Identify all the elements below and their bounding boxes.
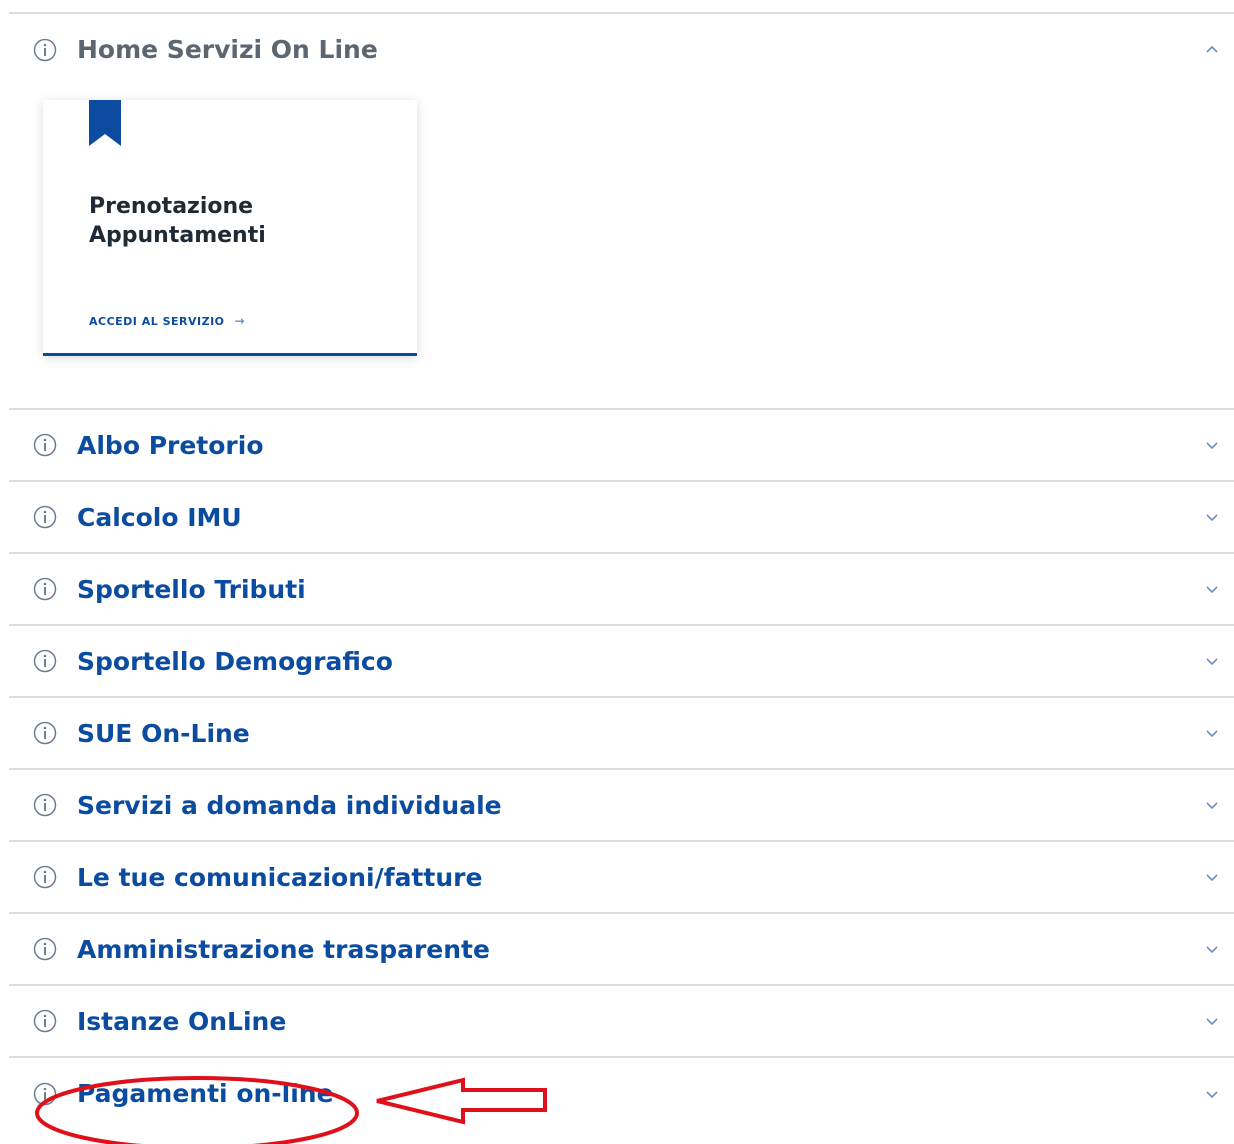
accordion-header-item[interactable]: Amministrazione trasparente [9, 914, 1234, 986]
info-icon [33, 1009, 57, 1033]
accordion-header-item[interactable]: Albo Pretorio [9, 410, 1234, 482]
info-icon [33, 793, 57, 817]
info-icon [33, 937, 57, 961]
chevron-down-icon[interactable] [1204, 869, 1220, 885]
accordion-header-item[interactable]: Sportello Demografico [9, 626, 1234, 698]
accordion-title: Pagamenti on-line [77, 1079, 334, 1108]
chevron-down-icon[interactable] [1204, 653, 1220, 669]
info-icon [33, 1082, 57, 1106]
accordion-header-item[interactable]: Pagamenti on-line [9, 1058, 1234, 1130]
service-card-title: Prenotazione Appuntamenti [89, 194, 266, 248]
accordion-title: Calcolo IMU [77, 503, 242, 532]
info-icon [33, 433, 57, 457]
accordion-title: Amministrazione trasparente [77, 935, 490, 964]
accordion-title: Sportello Demografico [77, 647, 393, 676]
accordion-header-item[interactable]: Istanze OnLine [9, 986, 1234, 1058]
chevron-up-icon[interactable] [1204, 42, 1220, 58]
accordion-header-item[interactable]: Sportello Tributi [9, 554, 1234, 626]
info-icon [33, 721, 57, 745]
accordion-title: Servizi a domanda individuale [77, 791, 502, 820]
service-card[interactable]: Prenotazione Appuntamenti ACCEDI AL SERV… [43, 100, 417, 356]
accordion-items: Albo Pretorio Calcolo IMU Sportello Tribut… [9, 410, 1234, 1130]
accordion-title: Le tue comunicazioni/fatture [77, 863, 483, 892]
info-icon [33, 865, 57, 889]
accordion-header-item[interactable]: Servizi a domanda individuale [9, 770, 1234, 842]
info-icon [33, 577, 57, 601]
chevron-down-icon[interactable] [1204, 509, 1220, 525]
chevron-down-icon[interactable] [1204, 941, 1220, 957]
info-icon [33, 649, 57, 673]
chevron-down-icon[interactable] [1204, 725, 1220, 741]
accordion-title: Istanze OnLine [77, 1007, 287, 1036]
arrow-right-icon: → [234, 314, 246, 328]
accordion-header-item[interactable]: Calcolo IMU [9, 482, 1234, 554]
accordion-header-item[interactable]: Le tue comunicazioni/fatture [9, 842, 1234, 914]
access-service-link[interactable]: ACCEDI AL SERVIZIO → [89, 314, 245, 328]
chevron-down-icon[interactable] [1204, 581, 1220, 597]
chevron-down-icon[interactable] [1204, 797, 1220, 813]
chevron-down-icon[interactable] [1204, 1086, 1220, 1102]
accordion-header-home-servizi[interactable]: Home Servizi On Line [9, 14, 1234, 86]
services-page: Home Servizi On Line Prenotazione Appunt… [0, 0, 1234, 1144]
services-accordion: Home Servizi On Line Prenotazione Appunt… [9, 12, 1234, 1130]
accordion-title: Sportello Tributi [77, 575, 306, 604]
accordion-header-item[interactable]: SUE On-Line [9, 698, 1234, 770]
accordion-title: SUE On-Line [77, 719, 250, 748]
chevron-down-icon[interactable] [1204, 437, 1220, 453]
chevron-down-icon[interactable] [1204, 1013, 1220, 1029]
access-service-label: ACCEDI AL SERVIZIO [89, 314, 225, 328]
bookmark-icon [89, 100, 121, 146]
accordion-title: Albo Pretorio [77, 431, 264, 460]
accordion-panel-home-servizi: Prenotazione Appuntamenti ACCEDI AL SERV… [9, 86, 1234, 410]
info-icon [33, 505, 57, 529]
accordion-title: Home Servizi On Line [77, 35, 378, 64]
info-icon [33, 38, 57, 62]
